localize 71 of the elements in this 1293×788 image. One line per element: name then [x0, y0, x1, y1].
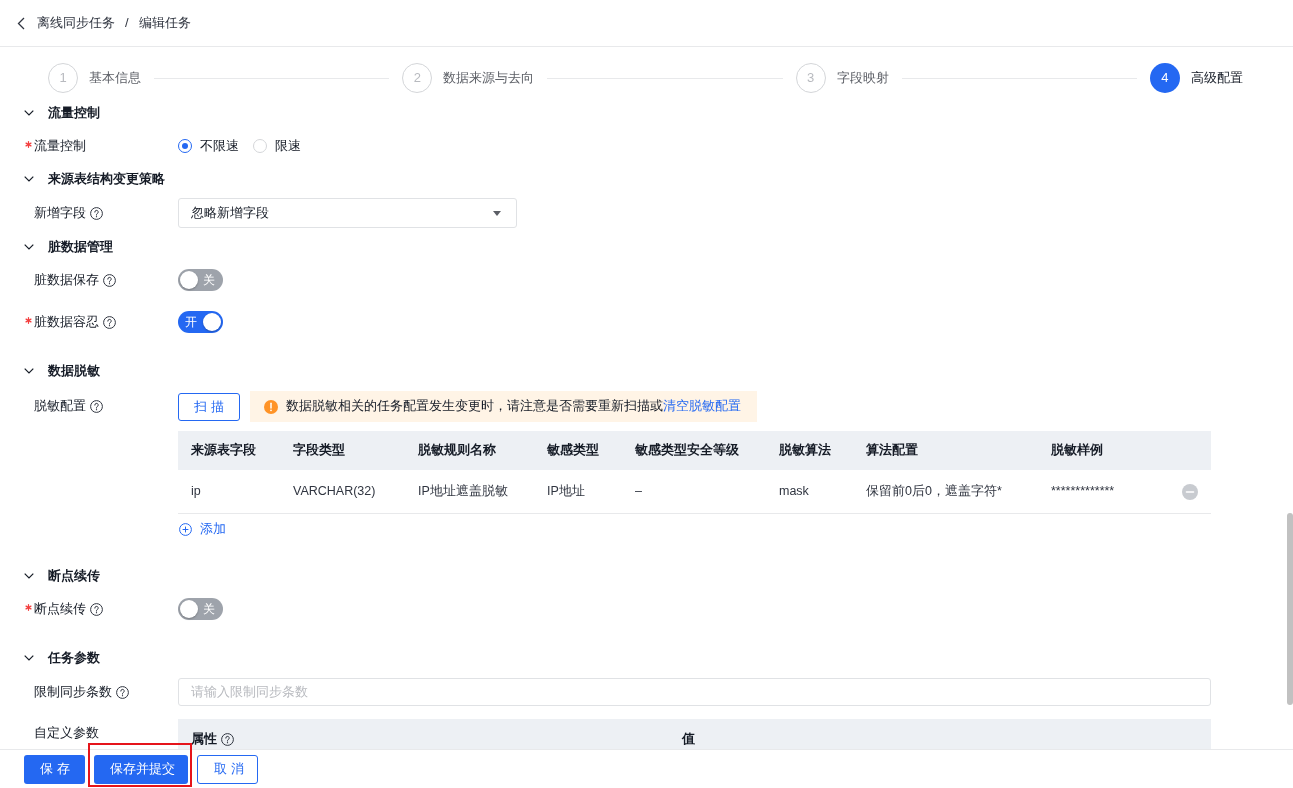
clear-link[interactable]: 清空脱敏配置	[663, 399, 741, 414]
exclamation-circle-icon	[264, 399, 278, 414]
radio-option[interactable]: 不限速	[178, 136, 239, 156]
breadcrumb-link[interactable]: 离线同步任务	[37, 13, 115, 33]
section-title: 数据脱敏	[48, 362, 100, 380]
chevron-down-icon[interactable]	[24, 176, 34, 182]
field-label: 限制同步条数	[34, 683, 112, 701]
column-header: 算法配置	[865, 442, 919, 460]
column-header: 脱敏算法	[778, 442, 832, 460]
switch-handle[interactable]	[180, 271, 198, 289]
field-label: 脏数据保存	[34, 271, 99, 289]
step-label: 字段映射	[836, 69, 889, 87]
table-cell-text: 保留前0后0，遮盖字符*	[865, 483, 1003, 501]
scrollbar-thumb[interactable]	[1287, 513, 1293, 705]
chevron-down-icon[interactable]	[24, 573, 34, 579]
column-header: 值	[682, 730, 695, 748]
chevron-left-icon[interactable]	[17, 16, 25, 30]
table-cell-text: ip	[190, 483, 202, 501]
step-label: 高级配置	[1191, 69, 1243, 87]
radio-option[interactable]: 限速	[253, 136, 301, 156]
section-title: 任务参数	[48, 649, 100, 667]
step-number: 3	[795, 63, 826, 93]
table-cell-text: –	[634, 483, 643, 501]
save-submit-button[interactable]: 保存并提交	[94, 754, 188, 784]
column-header: 敏感类型安全等级	[634, 441, 740, 460]
column-header: 字段类型	[292, 441, 346, 460]
cancel-button[interactable]: 取 消	[197, 754, 258, 784]
table-cell-text: mask	[778, 483, 810, 501]
chevron-down-icon[interactable]	[24, 655, 34, 661]
chevron-down-icon[interactable]	[24, 368, 34, 374]
step-number: 2	[402, 63, 433, 93]
field-label: 自定义参数	[34, 724, 99, 742]
field-label: 流量控制	[34, 137, 86, 155]
select-field[interactable]: 忽略新增字段	[178, 198, 517, 228]
section-title: 来源表结构变更策略	[48, 170, 165, 188]
table-cell-text: IP地址遮盖脱敏	[417, 483, 509, 501]
column-header: 敏感类型	[546, 442, 600, 460]
plus-circle-icon	[179, 522, 192, 536]
section-title: 断点续传	[48, 567, 100, 585]
table-cell-text: *************	[1050, 483, 1116, 501]
step-number: 1	[48, 63, 78, 93]
field-label: 新增字段	[34, 204, 86, 222]
column-header: 来源表字段	[190, 441, 257, 460]
alert-message: 数据脱敏相关的任务配置发生变更时，请注意是否需要重新扫描或清空脱敏配置	[286, 398, 741, 416]
breadcrumb-current: 编辑任务	[138, 14, 191, 32]
step-label: 基本信息	[89, 69, 141, 87]
step-number: 4	[1150, 63, 1180, 93]
switch-handle[interactable]	[203, 313, 221, 331]
field-label: 脏数据容忍	[34, 313, 99, 331]
field-label: 断点续传	[34, 600, 86, 618]
switch-handle[interactable]	[180, 600, 198, 618]
column-header: 脱敏样例	[1050, 442, 1104, 460]
add-button[interactable]: 添加	[178, 521, 226, 537]
field-label: 脱敏配置	[34, 398, 86, 416]
select-value: 忽略新增字段	[191, 204, 269, 222]
radio-icon[interactable]	[178, 139, 192, 153]
chevron-down-icon[interactable]	[24, 244, 34, 250]
table-cell-text: VARCHAR(32)	[292, 483, 377, 501]
scan-button[interactable]: 扫 描	[178, 392, 240, 421]
switch-toggle[interactable]: 开	[178, 311, 223, 333]
column-header: 脱敏规则名称	[417, 442, 497, 460]
breadcrumb-separator: /	[125, 14, 129, 33]
table-cell-text: IP地址	[546, 483, 586, 501]
chevron-down-icon[interactable]	[24, 110, 34, 116]
step-label: 数据来源与去向	[443, 69, 535, 87]
section-title: 脏数据管理	[48, 238, 113, 256]
caret-down-icon	[493, 210, 501, 216]
save-button[interactable]: 保 存	[24, 754, 85, 784]
section-title: 流量控制	[48, 104, 100, 122]
input-field[interactable]: 请输入限制同步条数	[178, 678, 1211, 706]
column-header: 属性	[191, 730, 217, 748]
